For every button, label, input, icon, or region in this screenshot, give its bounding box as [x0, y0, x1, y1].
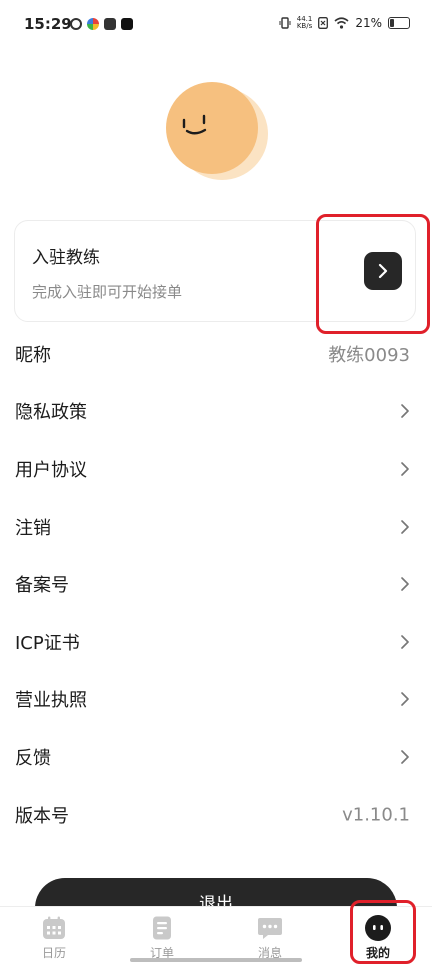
bottom-tab-bar: 日历 订单 消息 我的 [0, 906, 432, 965]
status-indicators: 44.1 KB/s 21% [279, 16, 410, 30]
chevron-right-icon [401, 750, 409, 764]
menu-item-label: 营业执照 [15, 690, 87, 712]
app-notification-icon [70, 18, 82, 30]
status-time: 15:29 [24, 15, 72, 33]
sim-icon [318, 17, 329, 29]
tab-mine[interactable]: 我的 [324, 907, 432, 965]
chevron-right-icon [401, 634, 409, 649]
nickname-value: 教练0093 [328, 344, 410, 366]
chevron-right-icon [401, 404, 409, 419]
notification-icons [70, 18, 133, 30]
wifi-icon [334, 17, 349, 29]
avatar[interactable] [164, 80, 268, 184]
face-icon [365, 915, 391, 941]
menu-item-label: 用户协议 [15, 459, 87, 481]
menu-item-filing-number[interactable]: 备案号 [0, 555, 432, 613]
chevron-right-icon [401, 462, 409, 476]
home-indicator [130, 958, 302, 962]
battery-percent: 21% [355, 16, 382, 30]
join-coach-subtitle: 完成入驻即可开始接单 [32, 283, 183, 301]
join-coach-title: 入驻教练 [32, 248, 100, 268]
menu-item-nickname[interactable]: 昵称 教练0093 [0, 325, 432, 383]
menu-item-icp-certificate[interactable]: ICP证书 [0, 613, 432, 671]
menu-item-version: 版本号 v1.10.1 [0, 786, 432, 844]
join-coach-arrow-button[interactable] [364, 252, 402, 290]
menu-item-label: ICP证书 [15, 632, 80, 654]
chevron-right-icon [401, 519, 409, 534]
tab-calendar[interactable]: 日历 [0, 907, 108, 965]
mail-icon [104, 18, 116, 30]
chevron-right-icon [401, 577, 409, 592]
battery-icon [388, 17, 410, 29]
network-speed: 44.1 KB/s [296, 15, 313, 30]
menu-item-privacy-policy[interactable]: 隐私政策 [0, 383, 432, 441]
menu-item-label: 版本号 [15, 805, 69, 827]
settings-menu: 昵称 教练0093 隐私政策 用户协议 注销 备案号 ICP证书 营业执照 反馈… [0, 325, 432, 843]
menu-item-deactivate[interactable]: 注销 [0, 498, 432, 556]
menu-item-business-license[interactable]: 营业执照 [0, 671, 432, 729]
menu-item-label: 反馈 [15, 747, 51, 769]
menu-item-user-agreement[interactable]: 用户协议 [0, 440, 432, 498]
chevron-right-icon [378, 263, 388, 279]
battery-level [390, 19, 395, 27]
chevron-right-icon [401, 692, 409, 707]
status-bar: 15:29 44.1 KB/s 21% [0, 0, 432, 50]
menu-item-label: 注销 [15, 517, 51, 539]
vibrate-icon [279, 17, 291, 29]
tab-orders[interactable]: 订单 [108, 907, 216, 965]
calendar-icon [43, 916, 65, 939]
chat-icon [258, 918, 282, 939]
menu-item-feedback[interactable]: 反馈 [0, 728, 432, 786]
document-icon [153, 916, 171, 940]
tiktok-icon [121, 18, 133, 30]
join-coach-card[interactable]: 入驻教练 完成入驻即可开始接单 [14, 220, 416, 322]
tab-label: 我的 [365, 946, 390, 960]
menu-item-label: 备案号 [15, 575, 69, 597]
version-value: v1.10.1 [342, 804, 410, 826]
tab-messages[interactable]: 消息 [216, 907, 324, 965]
menu-item-label: 昵称 [15, 344, 51, 366]
tab-label: 日历 [41, 946, 66, 960]
app-notification-icon [87, 18, 99, 30]
menu-item-label: 隐私政策 [15, 402, 87, 424]
